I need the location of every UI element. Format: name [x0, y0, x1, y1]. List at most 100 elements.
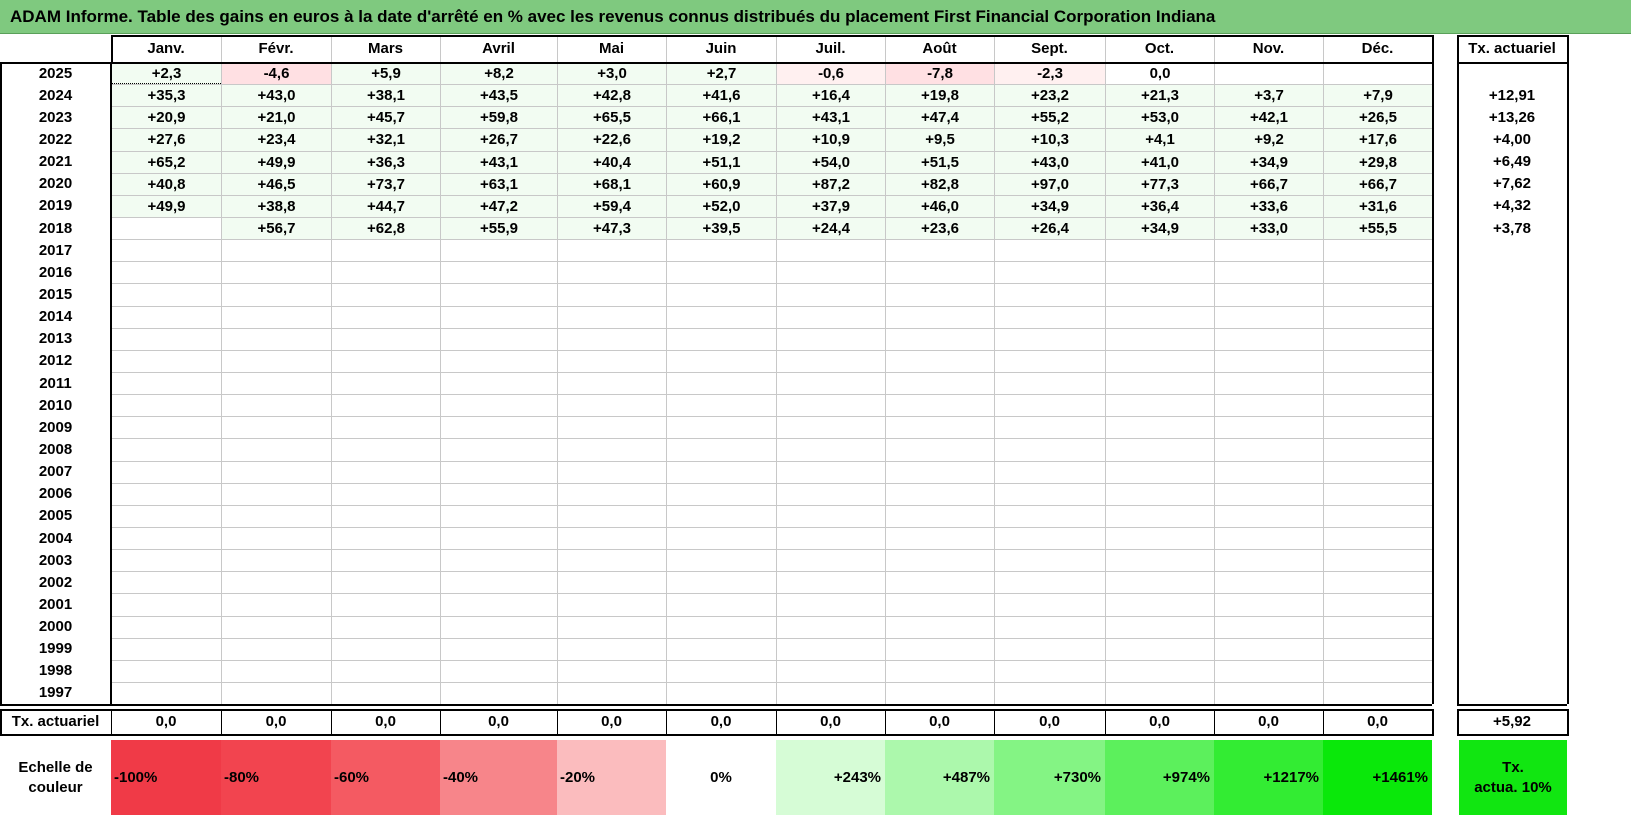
table-cell[interactable] [112, 639, 221, 660]
table-cell[interactable] [777, 550, 885, 571]
table-cell[interactable] [886, 661, 994, 682]
table-cell[interactable]: +20,9 [112, 107, 221, 129]
table-cell[interactable] [558, 240, 666, 261]
table-cell[interactable] [441, 528, 557, 549]
table-cell[interactable]: +65,5 [558, 107, 666, 129]
table-cell[interactable] [1324, 240, 1432, 261]
table-cell[interactable] [1215, 661, 1323, 682]
table-cell[interactable] [112, 439, 221, 460]
table-cell[interactable] [995, 395, 1105, 416]
table-cell[interactable] [1324, 528, 1432, 549]
rate-cell[interactable] [1457, 283, 1567, 305]
table-cell[interactable]: +45,7 [332, 107, 440, 129]
table-cell[interactable] [777, 329, 885, 350]
table-cell[interactable] [1215, 284, 1323, 305]
table-cell[interactable] [558, 617, 666, 638]
table-cell[interactable] [667, 395, 776, 416]
table-cell[interactable] [441, 617, 557, 638]
table-cell[interactable] [112, 307, 221, 328]
table-cell[interactable]: +62,8 [332, 217, 440, 240]
table-cell[interactable] [332, 351, 440, 372]
table-cell[interactable] [332, 506, 440, 527]
table-cell[interactable]: +33,0 [1215, 217, 1323, 240]
table-cell[interactable] [667, 617, 776, 638]
table-cell[interactable] [1106, 528, 1214, 549]
table-cell[interactable] [112, 572, 221, 593]
table-cell[interactable] [222, 484, 331, 505]
summary-cell[interactable]: 0,0 [221, 709, 331, 734]
table-cell[interactable]: +8,2 [441, 63, 557, 85]
table-cell[interactable]: +55,2 [995, 107, 1105, 129]
table-cell[interactable]: +19,2 [667, 129, 776, 151]
table-cell[interactable]: +44,7 [332, 195, 440, 217]
table-cell[interactable] [1324, 284, 1432, 305]
table-cell[interactable] [667, 417, 776, 438]
table-cell[interactable] [222, 240, 331, 261]
table-cell[interactable] [441, 639, 557, 660]
table-cell[interactable] [558, 307, 666, 328]
summary-cell[interactable]: 0,0 [994, 709, 1105, 734]
table-cell[interactable] [777, 439, 885, 460]
table-cell[interactable] [558, 351, 666, 372]
table-cell[interactable] [112, 683, 221, 704]
table-cell[interactable] [1215, 639, 1323, 660]
table-cell[interactable] [1215, 484, 1323, 505]
table-cell[interactable]: +7,9 [1324, 85, 1432, 107]
table-cell[interactable] [222, 462, 331, 483]
rate-cell[interactable]: +3,78 [1457, 217, 1567, 239]
table-cell[interactable] [1106, 373, 1214, 394]
table-cell[interactable] [1324, 639, 1432, 660]
table-cell[interactable] [777, 506, 885, 527]
table-cell[interactable] [1324, 572, 1432, 593]
table-cell[interactable] [112, 351, 221, 372]
table-cell[interactable] [995, 307, 1105, 328]
table-cell[interactable] [995, 284, 1105, 305]
table-cell[interactable] [1324, 329, 1432, 350]
table-cell[interactable] [1106, 506, 1214, 527]
table-cell[interactable] [995, 484, 1105, 505]
table-cell[interactable] [1215, 550, 1323, 571]
table-cell[interactable] [777, 417, 885, 438]
table-cell[interactable]: +26,5 [1324, 107, 1432, 129]
table-cell[interactable]: +56,7 [222, 217, 331, 240]
table-cell[interactable] [332, 284, 440, 305]
table-cell[interactable]: +66,1 [667, 107, 776, 129]
table-cell[interactable] [332, 395, 440, 416]
table-cell[interactable] [222, 307, 331, 328]
table-cell[interactable] [1106, 572, 1214, 593]
table-cell[interactable] [222, 594, 331, 615]
table-cell[interactable] [1106, 661, 1214, 682]
table-cell[interactable] [558, 395, 666, 416]
table-cell[interactable] [112, 484, 221, 505]
table-cell[interactable] [777, 284, 885, 305]
table-cell[interactable] [667, 329, 776, 350]
table-cell[interactable] [332, 307, 440, 328]
table-cell[interactable] [886, 417, 994, 438]
table-cell[interactable] [886, 240, 994, 261]
table-cell[interactable] [332, 484, 440, 505]
table-cell[interactable] [222, 284, 331, 305]
table-cell[interactable] [1106, 351, 1214, 372]
table-cell[interactable] [332, 683, 440, 704]
table-cell[interactable]: +49,9 [222, 151, 331, 173]
table-cell[interactable] [1106, 550, 1214, 571]
table-cell[interactable] [995, 373, 1105, 394]
table-cell[interactable]: +29,8 [1324, 151, 1432, 173]
summary-cell[interactable]: 0,0 [440, 709, 557, 734]
rate-cell[interactable] [1457, 261, 1567, 283]
table-cell[interactable] [1215, 373, 1323, 394]
summary-cell[interactable]: 0,0 [557, 709, 666, 734]
table-cell[interactable] [332, 417, 440, 438]
table-cell[interactable]: +43,0 [995, 151, 1105, 173]
summary-cell[interactable]: 0,0 [1214, 709, 1323, 734]
table-cell[interactable] [995, 528, 1105, 549]
table-cell[interactable] [667, 594, 776, 615]
table-cell[interactable] [1215, 572, 1323, 593]
table-cell[interactable] [112, 462, 221, 483]
rate-cell[interactable]: +12,91 [1457, 84, 1567, 106]
table-cell[interactable] [558, 683, 666, 704]
table-cell[interactable] [777, 262, 885, 283]
table-cell[interactable] [667, 528, 776, 549]
table-cell[interactable] [112, 329, 221, 350]
table-cell[interactable] [995, 572, 1105, 593]
